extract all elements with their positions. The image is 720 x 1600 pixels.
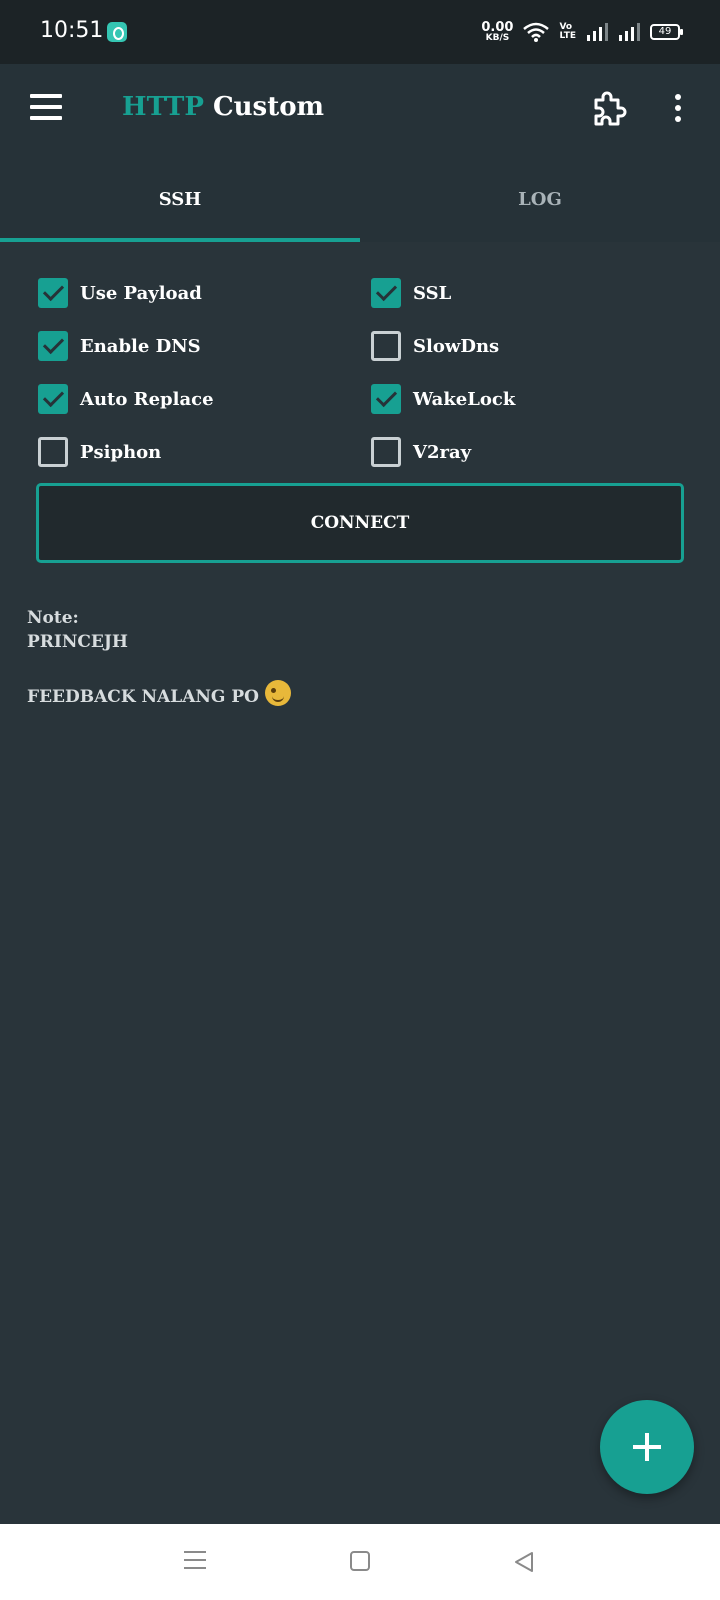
option-enable-dns[interactable]: Enable DNS bbox=[38, 331, 371, 361]
home-icon[interactable] bbox=[350, 1551, 370, 1571]
tab-bar: SSH LOG bbox=[0, 156, 720, 242]
option-label: Enable DNS bbox=[80, 335, 201, 357]
option-label: SSL bbox=[413, 282, 452, 304]
status-indicators: 0.00 KB/S Vo LTE 49 bbox=[481, 18, 683, 46]
checkbox-checked[interactable] bbox=[38, 331, 68, 361]
option-psiphon[interactable]: Psiphon bbox=[38, 437, 371, 467]
checkbox-unchecked[interactable] bbox=[371, 331, 401, 361]
app-bar: HTTP Custom bbox=[0, 64, 720, 156]
plus-icon bbox=[633, 1433, 661, 1461]
battery-level: 49 bbox=[658, 26, 672, 37]
app-title-accent: HTTP bbox=[122, 92, 204, 122]
back-icon[interactable] bbox=[512, 1550, 536, 1574]
connect-button[interactable]: CONNECT bbox=[36, 483, 684, 563]
network-speed-unit: KB/S bbox=[485, 33, 510, 43]
network-speed: 0.00 KB/S bbox=[481, 21, 513, 43]
signal-icon-sim1 bbox=[587, 23, 608, 41]
note-heading: Note: bbox=[27, 608, 79, 628]
checkbox-checked[interactable] bbox=[371, 278, 401, 308]
checkbox-unchecked[interactable] bbox=[371, 437, 401, 467]
app-title-rest: Custom bbox=[212, 92, 325, 122]
checkbox-checked[interactable] bbox=[38, 384, 68, 414]
options-grid: Use Payload SSL Enable DNS SlowDns Auto … bbox=[38, 278, 698, 467]
status-time: 10:51 bbox=[40, 18, 104, 43]
option-ssl[interactable]: SSL bbox=[371, 278, 698, 308]
option-label: WakeLock bbox=[413, 388, 516, 410]
note-section: Note: PRINCEJH FEEDBACK NALANG PO bbox=[27, 606, 291, 709]
tab-ssh[interactable]: SSH bbox=[0, 156, 360, 242]
add-fab-button[interactable] bbox=[600, 1400, 694, 1494]
app-title: HTTP Custom bbox=[122, 92, 324, 122]
option-label: V2ray bbox=[413, 441, 472, 463]
option-use-payload[interactable]: Use Payload bbox=[38, 278, 371, 308]
note-line-1: PRINCEJH bbox=[27, 632, 128, 652]
checkbox-checked[interactable] bbox=[371, 384, 401, 414]
tab-log[interactable]: LOG bbox=[360, 156, 720, 242]
battery-icon: 49 bbox=[650, 24, 683, 40]
option-label: Use Payload bbox=[80, 282, 202, 304]
more-options-icon[interactable] bbox=[672, 94, 684, 126]
plugin-icon[interactable] bbox=[588, 90, 628, 130]
main-content: Use Payload SSL Enable DNS SlowDns Auto … bbox=[0, 242, 720, 1524]
wifi-icon bbox=[523, 22, 550, 42]
option-label: Psiphon bbox=[80, 441, 162, 463]
option-wakelock[interactable]: WakeLock bbox=[371, 384, 698, 414]
signal-icon-sim2 bbox=[619, 23, 640, 41]
status-bar: 10:51 0.00 KB/S Vo LTE 49 bbox=[0, 0, 720, 64]
volte-indicator: Vo LTE bbox=[559, 23, 576, 41]
volte-bottom: LTE bbox=[559, 31, 576, 41]
option-label: SlowDns bbox=[413, 335, 500, 357]
note-line-2: FEEDBACK NALANG PO bbox=[27, 687, 259, 707]
checkbox-checked[interactable] bbox=[38, 278, 68, 308]
notification-app-icon bbox=[107, 22, 127, 42]
option-slowdns[interactable]: SlowDns bbox=[371, 331, 698, 361]
option-label: Auto Replace bbox=[80, 388, 214, 410]
note-line-2-row: FEEDBACK NALANG PO bbox=[27, 680, 291, 709]
option-auto-replace[interactable]: Auto Replace bbox=[38, 384, 371, 414]
recents-menu-icon[interactable] bbox=[184, 1551, 206, 1571]
winking-face-emoji-icon bbox=[264, 680, 291, 706]
checkbox-unchecked[interactable] bbox=[38, 437, 68, 467]
hamburger-menu-icon[interactable] bbox=[30, 94, 64, 120]
option-v2ray[interactable]: V2ray bbox=[371, 437, 698, 467]
system-nav-bar bbox=[0, 1524, 720, 1600]
